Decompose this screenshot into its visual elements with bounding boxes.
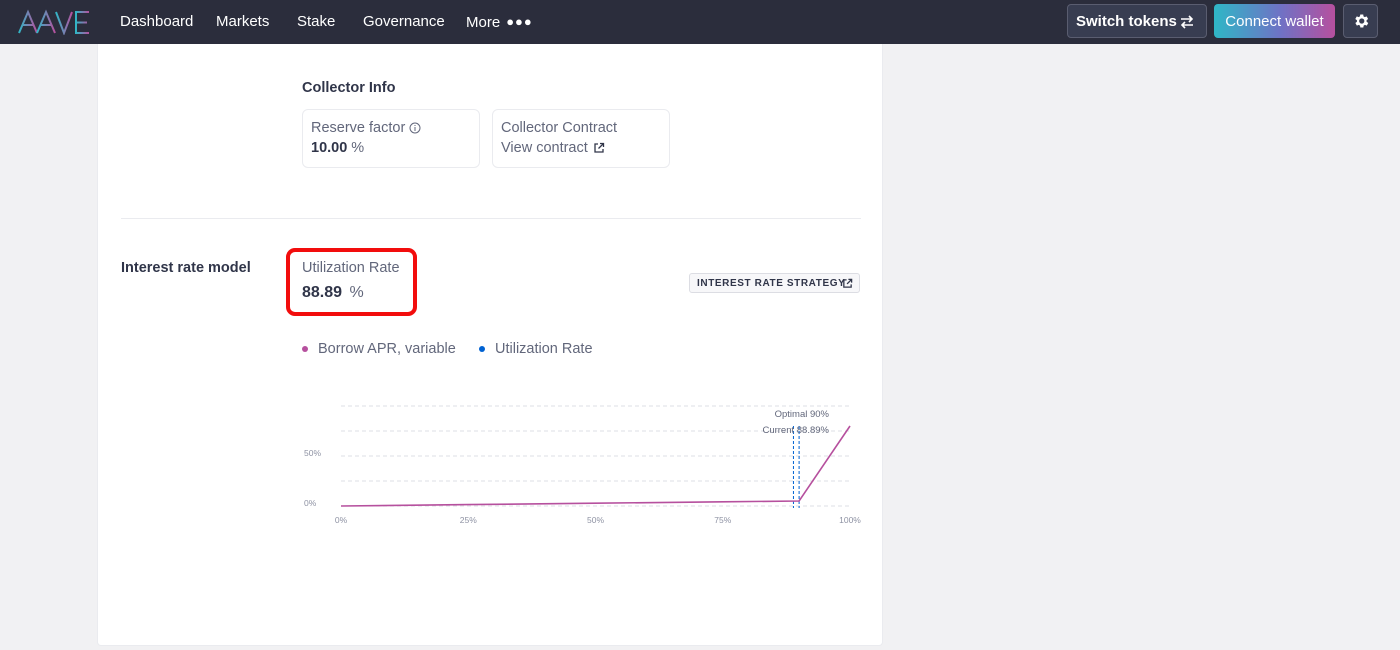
aave-logo[interactable] [18,9,92,35]
nav-more-label: More [466,14,501,31]
switch-tokens-button[interactable]: Switch tokens [1067,4,1207,38]
nav-markets[interactable]: Markets [216,0,269,44]
chart-x-tick-label: 75% [714,515,731,525]
top-navigation-bar: Dashboard Markets Stake Governance More ●… [0,0,1400,44]
settings-button[interactable] [1343,4,1378,38]
connect-wallet-button[interactable]: Connect wallet [1214,4,1335,38]
reserve-details-card: Collector Info Reserve factor 10.00 % Co… [97,44,883,646]
chart-x-tick-label: 0% [335,515,348,525]
gear-icon [1354,14,1368,28]
interest-rate-chart: 0% 50% 0% 25% 50% 75% 100% Optimal 90% Current 8… [304,405,861,525]
chart-x-tick-label: 50% [587,515,604,525]
optimal-annotation: Optimal 90% [775,409,830,420]
nav-governance[interactable]: Governance [363,0,445,44]
current-annotation: Current 88.89% [762,425,829,436]
nav-stake[interactable]: Stake [297,0,335,44]
nav-dashboard[interactable]: Dashboard [120,0,193,44]
more-dots-icon: ●●● [506,14,533,29]
swap-arrows-icon [1180,15,1194,29]
nav-more[interactable]: More ●●● [466,0,533,44]
chart-x-tick-label: 100% [839,515,861,525]
chart-x-tick-label: 25% [460,515,477,525]
switch-tokens-label: Switch tokens [1076,12,1177,30]
borrow-apr-line [340,425,851,507]
chart-y-tick-label: 0% [304,498,317,508]
chart-y-tick-label: 50% [304,448,321,458]
